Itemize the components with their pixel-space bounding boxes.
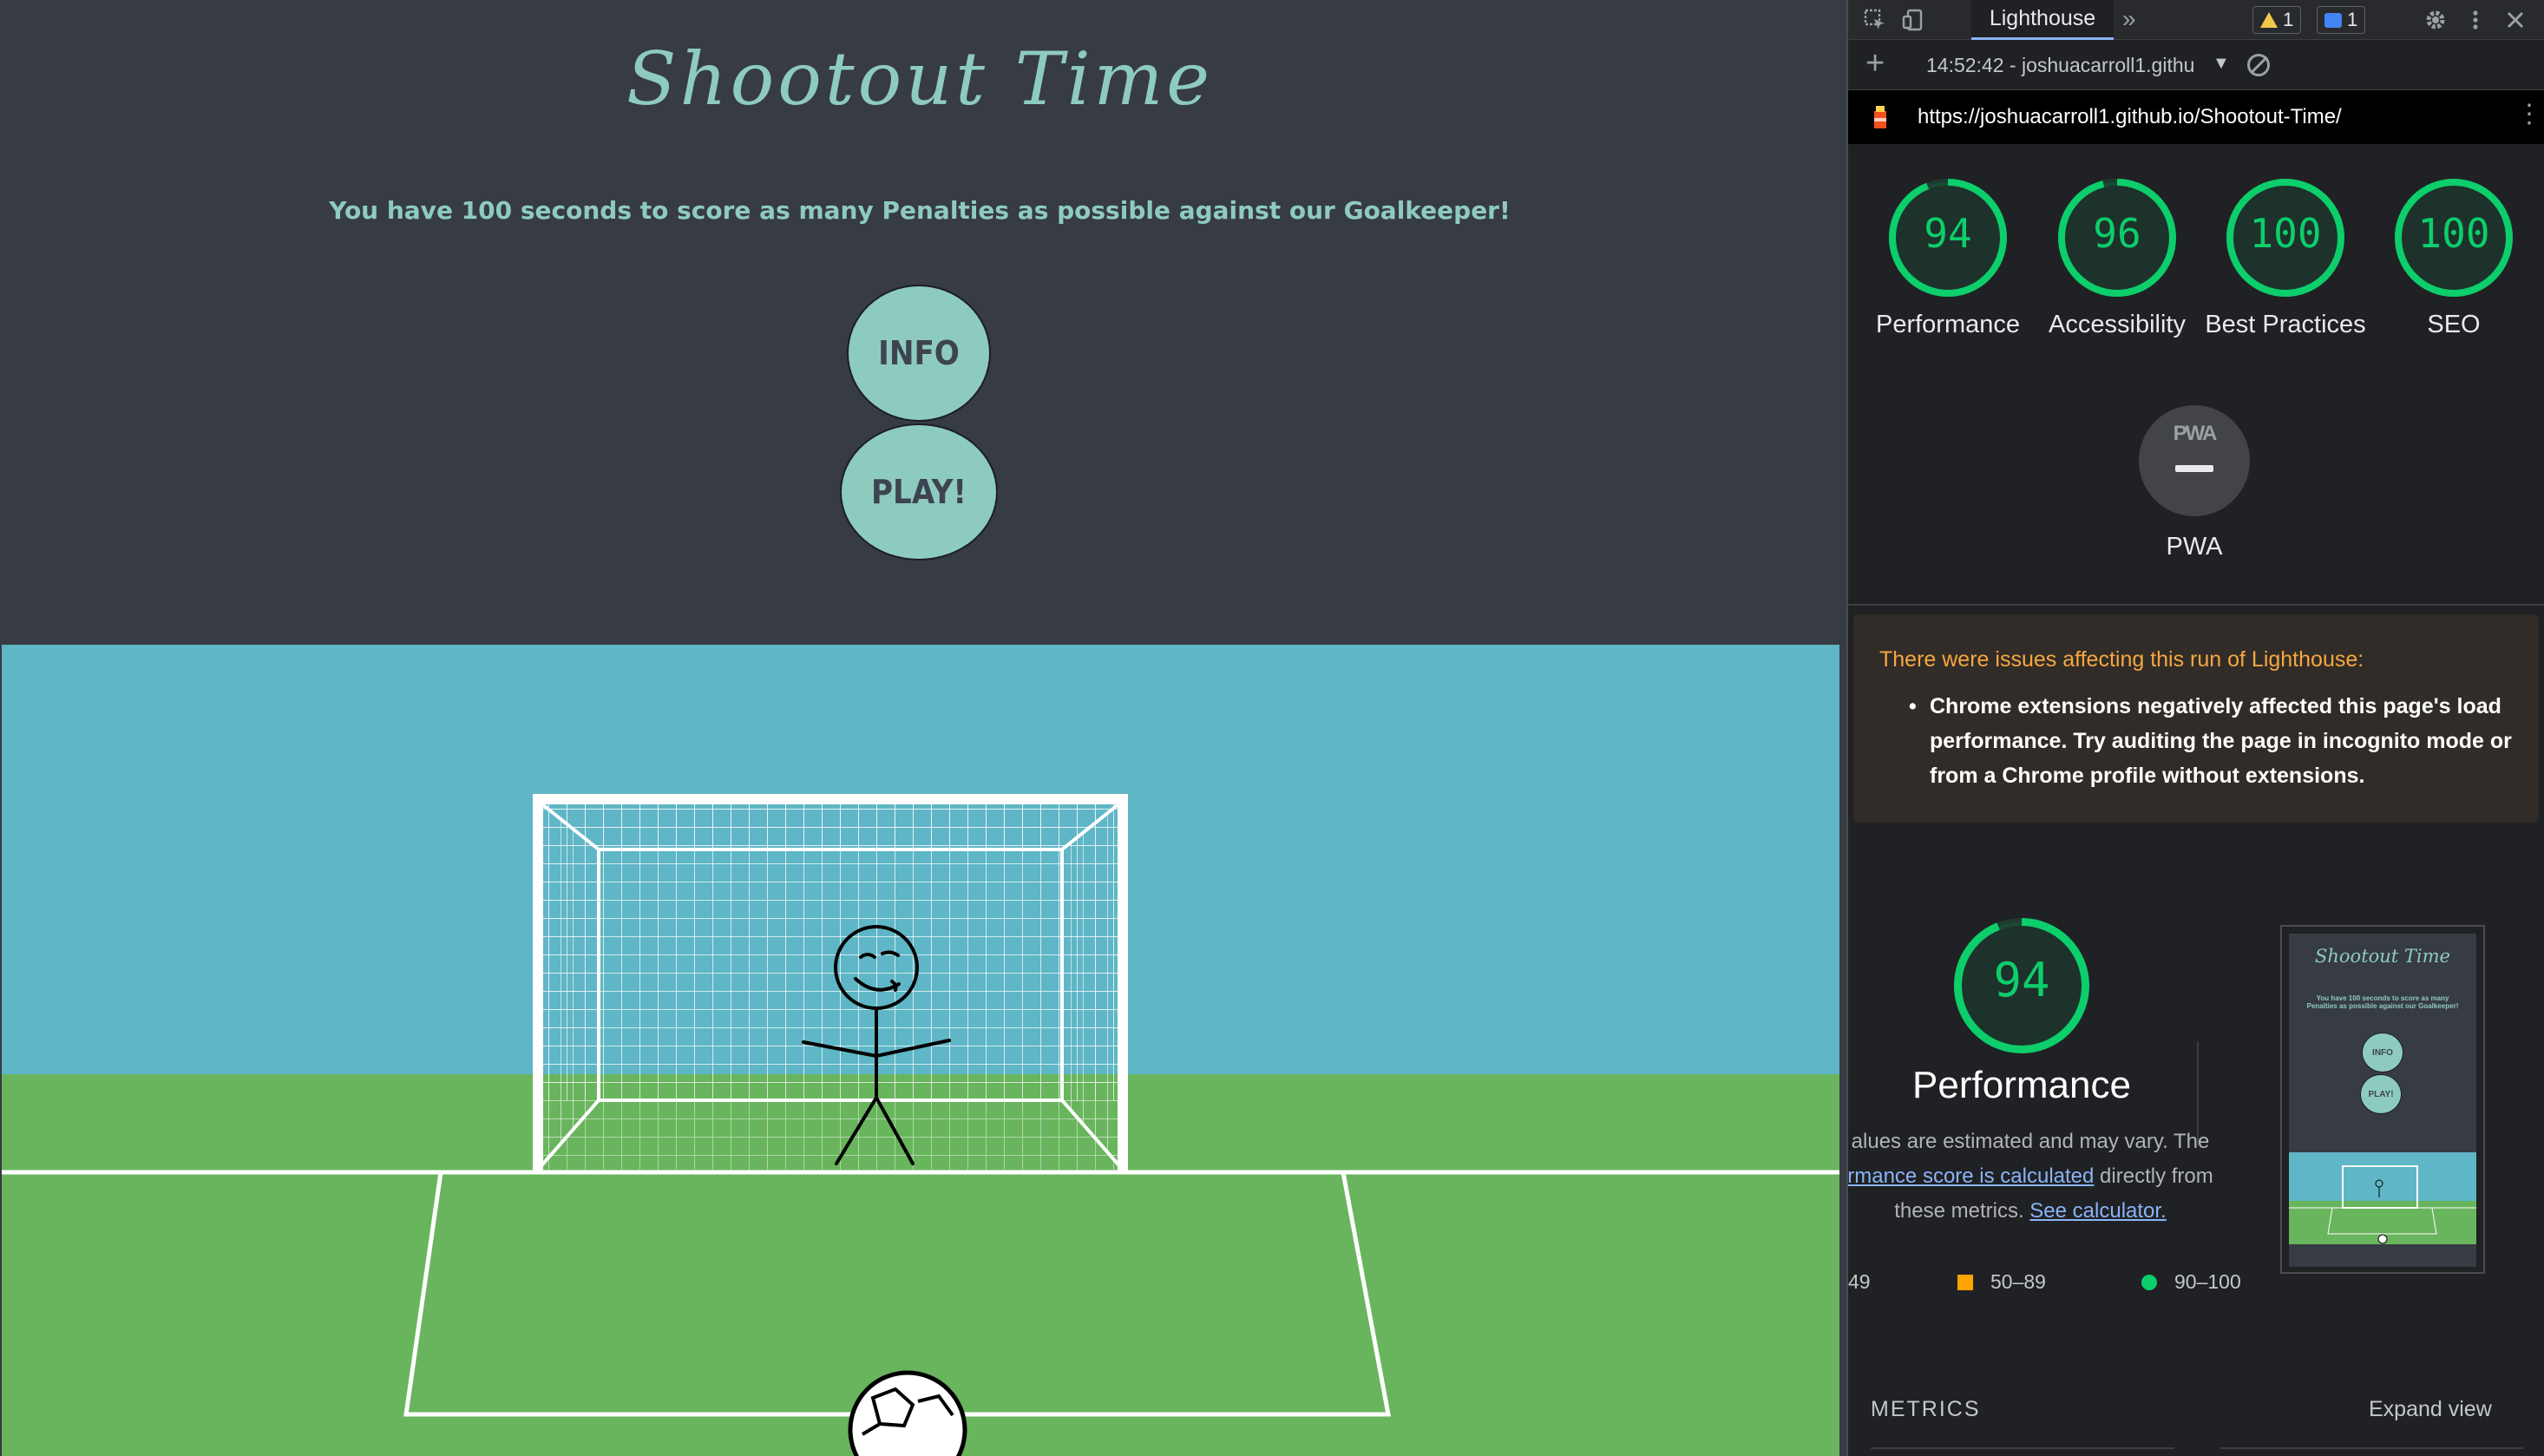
- warning-icon: [2260, 12, 2278, 28]
- more-options-kebab-icon[interactable]: [2461, 5, 2490, 35]
- lighthouse-report-bar: + 14:52:42 - joshuacarroll1.githu ▼: [1848, 40, 2544, 90]
- message-icon: [2324, 12, 2342, 28]
- warnings-title: There were issues affecting this run of …: [1879, 647, 2364, 672]
- gauge-pwa[interactable]: PWA PWA: [2138, 404, 2251, 561]
- score-value: 96: [2093, 210, 2141, 257]
- score-label: SEO: [2427, 311, 2481, 338]
- desc-text: alues are estimated and may vary. The: [1851, 1130, 2210, 1153]
- thumbnail-subtitle: You have 100 seconds to score as many Pe…: [2306, 994, 2459, 1010]
- divider: [1871, 1447, 2174, 1449]
- performance-title: Performance: [1912, 1064, 2131, 1106]
- warning-item: Chrome extensions negatively affected th…: [1930, 694, 2512, 788]
- gauge-best-practices[interactable]: 100 Best Practices: [2205, 177, 2366, 338]
- gauge-performance[interactable]: 94 Performance: [1876, 177, 2020, 338]
- metrics-title: METRICS: [1871, 1397, 1981, 1421]
- report-selector[interactable]: 14:52:42 - joshuacarroll1.githu: [1926, 54, 2194, 77]
- legend-pass: 90–100: [2141, 1270, 2241, 1294]
- inspect-element-icon[interactable]: [1860, 5, 1890, 35]
- legend-pass-range: 90–100: [2174, 1270, 2241, 1293]
- penalty-pitch-canvas: [2, 645, 1839, 1456]
- thumbnail-pitch: [2289, 1152, 2476, 1244]
- gauge-accessibility[interactable]: 96 Accessibility: [2049, 177, 2186, 338]
- expand-view-button[interactable]: Expand view: [2369, 1397, 2492, 1422]
- score-calculated-link[interactable]: rmance score is calculated: [1848, 1164, 2094, 1188]
- game-page: Shootout Time You have 100 seconds to sc…: [0, 0, 1846, 1456]
- legend-fail-range: 49: [1848, 1270, 1871, 1293]
- desc-text: directly from: [2094, 1164, 2213, 1188]
- more-tabs-chevron-icon[interactable]: »: [2122, 5, 2136, 33]
- metrics-header: METRICS Expand view: [1848, 1388, 2544, 1456]
- warnings-list: • Chrome extensions negatively affected …: [1909, 689, 2516, 793]
- gauge-performance-large: 94: [1952, 916, 2091, 1055]
- thumbnail-info-button: INFO: [2362, 1033, 2403, 1072]
- game-subtitle: You have 100 seconds to score as many Pe…: [329, 196, 1511, 225]
- score-label: Accessibility: [2049, 311, 2186, 338]
- thumbnail-play-button: PLAY!: [2360, 1074, 2402, 1114]
- clear-reports-icon[interactable]: [2247, 54, 2270, 76]
- final-screenshot-thumbnail[interactable]: Shootout Time You have 100 seconds to sc…: [2280, 925, 2485, 1274]
- report-url-bar: https://joshuacarroll1.github.io/Shootou…: [1848, 90, 2544, 144]
- score-value: 100: [2417, 210, 2490, 257]
- score-value: 94: [1993, 953, 2050, 1007]
- message-count: 1: [2347, 9, 2358, 30]
- report-url[interactable]: https://joshuacarroll1.github.io/Shootou…: [1918, 105, 2342, 129]
- list-bullet: •: [1909, 694, 1917, 718]
- thumbnail-page: Shootout Time You have 100 seconds to sc…: [2289, 934, 2476, 1267]
- score-value: 94: [1924, 210, 1972, 257]
- divider: [1848, 604, 2544, 606]
- see-calculator-link[interactable]: See calculator.: [2029, 1199, 2166, 1223]
- device-toolbar-icon[interactable]: [1898, 5, 1928, 35]
- new-report-plus-icon[interactable]: +: [1865, 45, 1885, 82]
- pwa-badge-text: PWA: [2173, 422, 2218, 445]
- game-title: Shootout Time: [626, 36, 1213, 121]
- legend-average: 50–89: [1957, 1270, 2046, 1294]
- legend-fail: 49: [1848, 1270, 1871, 1294]
- score-label: Best Practices: [2205, 311, 2366, 338]
- report-selector-arrow-icon[interactable]: ▼: [2213, 54, 2230, 74]
- pass-circle-icon: [2141, 1274, 2157, 1290]
- legend-average-range: 50–89: [1990, 1270, 2046, 1293]
- desc-text: these metrics.: [1894, 1199, 2030, 1223]
- tab-lighthouse[interactable]: Lighthouse: [1971, 0, 2114, 40]
- play-button[interactable]: PLAY!: [840, 423, 998, 561]
- warnings-badge[interactable]: 1: [2252, 6, 2302, 34]
- messages-badge[interactable]: 1: [2317, 6, 2366, 34]
- divider: [2219, 1447, 2523, 1449]
- score-label: Performance: [1875, 311, 2020, 338]
- pwa-dash-icon: [2175, 465, 2213, 472]
- run-warnings-box: There were issues affecting this run of …: [1853, 614, 2539, 823]
- devtools-toolbar: Lighthouse » 1 1: [1848, 0, 2544, 40]
- info-button[interactable]: INFO: [847, 285, 991, 422]
- average-square-icon: [1957, 1274, 1973, 1290]
- pwa-label: PWA: [2166, 533, 2223, 561]
- divider: [2197, 1041, 2199, 1145]
- report-menu-kebab-icon[interactable]: ⋮: [2516, 99, 2542, 129]
- performance-description: alues are estimated and may vary. The rm…: [1848, 1125, 2221, 1229]
- gauge-seo[interactable]: 100 SEO: [2393, 177, 2514, 338]
- devtools-panel: Lighthouse » 1 1 + 14:52:42 - joshuacarr…: [1846, 0, 2544, 1456]
- performance-section: 94 Performance alues are estimated and m…: [1848, 902, 2544, 1388]
- goal-net: [536, 799, 1124, 1171]
- lighthouse-logo-icon: [1874, 106, 1886, 128]
- close-devtools-icon[interactable]: [2501, 5, 2530, 35]
- warning-count: 1: [2283, 9, 2294, 30]
- settings-gear-icon[interactable]: [2421, 5, 2450, 35]
- score-value: 100: [2249, 210, 2322, 257]
- thumbnail-title: Shootout Time: [2315, 946, 2450, 967]
